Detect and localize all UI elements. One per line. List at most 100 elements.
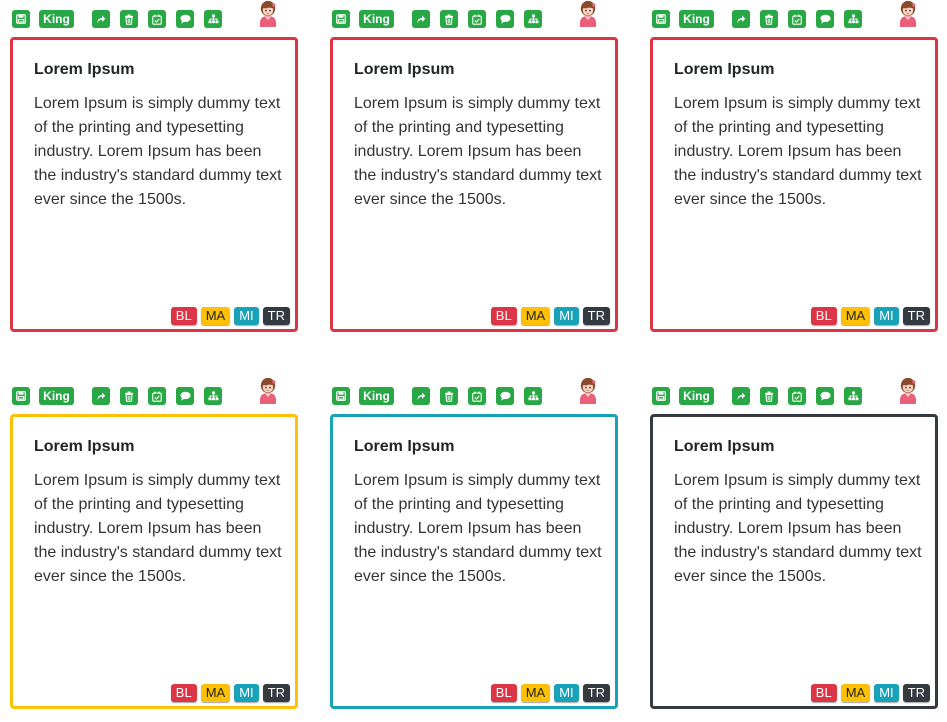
user-button[interactable]: King <box>359 10 394 28</box>
avatar-icon[interactable] <box>577 0 599 27</box>
tag-bl[interactable]: BL <box>490 684 517 702</box>
user-button[interactable]: King <box>679 10 714 28</box>
tag-bl[interactable]: BL <box>490 307 517 325</box>
share-icon[interactable] <box>412 10 430 28</box>
card-cell: King Lorem Ipsum Lorem Ipsum is simply d… <box>0 377 298 717</box>
trash-icon[interactable] <box>760 387 778 405</box>
save-icon[interactable] <box>332 10 350 28</box>
avatar-icon[interactable] <box>897 377 919 404</box>
save-icon[interactable] <box>652 387 670 405</box>
chat-icon[interactable] <box>176 10 194 28</box>
save-icon[interactable] <box>12 387 30 405</box>
tag-bl[interactable]: BL <box>810 307 837 325</box>
save-icon[interactable] <box>12 10 30 28</box>
save-icon[interactable] <box>652 10 670 28</box>
trash-icon[interactable] <box>440 10 458 28</box>
calendar-check-icon[interactable] <box>788 10 806 28</box>
org-chart-icon[interactable] <box>844 10 862 28</box>
note-card: Lorem Ipsum Lorem Ipsum is simply dummy … <box>10 414 298 709</box>
user-button[interactable]: King <box>39 387 74 405</box>
card-toolbar: King <box>320 377 610 409</box>
tag-ma[interactable]: MA <box>520 307 551 325</box>
tag-tr[interactable]: TR <box>262 307 290 325</box>
calendar-check-icon[interactable] <box>148 10 166 28</box>
card-title: Lorem Ipsum <box>354 61 455 78</box>
calendar-check-icon[interactable] <box>468 10 486 28</box>
chat-icon[interactable] <box>496 387 514 405</box>
user-button[interactable]: King <box>359 387 394 405</box>
tag-mi[interactable]: MI <box>554 307 579 325</box>
note-card: Lorem Ipsum Lorem Ipsum is simply dummy … <box>330 37 618 332</box>
card-grid: King Lorem Ipsum Lorem Ipsum is simply d… <box>0 0 947 722</box>
card-title: Lorem Ipsum <box>354 438 455 455</box>
card-toolbar: King <box>320 0 610 32</box>
org-chart-icon[interactable] <box>204 10 222 28</box>
trash-icon[interactable] <box>120 10 138 28</box>
tag-bl[interactable]: BL <box>170 307 197 325</box>
card-toolbar: King <box>640 0 930 32</box>
card-cell: King Lorem Ipsum Lorem Ipsum is simply d… <box>640 377 938 717</box>
card-text: Lorem Ipsum is simply dummy text of the … <box>354 472 602 585</box>
tag-bl[interactable]: BL <box>810 684 837 702</box>
card-cell: King Lorem Ipsum Lorem Ipsum is simply d… <box>640 0 938 340</box>
share-icon[interactable] <box>412 387 430 405</box>
calendar-check-icon[interactable] <box>148 387 166 405</box>
card-title: Lorem Ipsum <box>674 61 775 78</box>
card-title: Lorem Ipsum <box>34 438 135 455</box>
tag-tr[interactable]: TR <box>582 307 610 325</box>
trash-icon[interactable] <box>760 10 778 28</box>
tag-mi[interactable]: MI <box>874 684 899 702</box>
trash-icon[interactable] <box>120 387 138 405</box>
share-icon[interactable] <box>92 387 110 405</box>
share-icon[interactable] <box>732 387 750 405</box>
tag-mi[interactable]: MI <box>874 307 899 325</box>
tag-mi[interactable]: MI <box>554 684 579 702</box>
tag-tr[interactable]: TR <box>582 684 610 702</box>
tag-ma[interactable]: MA <box>200 307 231 325</box>
tag-group: BL MA MI TR <box>170 307 290 325</box>
avatar-icon[interactable] <box>897 0 919 27</box>
tag-group: BL MA MI TR <box>490 307 610 325</box>
share-icon[interactable] <box>92 10 110 28</box>
tag-group: BL MA MI TR <box>810 684 930 702</box>
chat-icon[interactable] <box>816 387 834 405</box>
card-toolbar: King <box>0 0 290 32</box>
trash-icon[interactable] <box>440 387 458 405</box>
tag-ma[interactable]: MA <box>200 684 231 702</box>
tag-mi[interactable]: MI <box>234 307 259 325</box>
user-button[interactable]: King <box>679 387 714 405</box>
note-card: Lorem Ipsum Lorem Ipsum is simply dummy … <box>330 414 618 709</box>
note-card: Lorem Ipsum Lorem Ipsum is simply dummy … <box>650 37 938 332</box>
calendar-check-icon[interactable] <box>468 387 486 405</box>
tag-ma[interactable]: MA <box>840 684 871 702</box>
user-button[interactable]: King <box>39 10 74 28</box>
chat-icon[interactable] <box>496 10 514 28</box>
avatar-icon[interactable] <box>257 0 279 27</box>
org-chart-icon[interactable] <box>204 387 222 405</box>
save-icon[interactable] <box>332 387 350 405</box>
tag-bl[interactable]: BL <box>170 684 197 702</box>
avatar-icon[interactable] <box>577 377 599 404</box>
tag-tr[interactable]: TR <box>902 307 930 325</box>
tag-ma[interactable]: MA <box>840 307 871 325</box>
card-title: Lorem Ipsum <box>674 438 775 455</box>
card-toolbar: King <box>640 377 930 409</box>
share-icon[interactable] <box>732 10 750 28</box>
tag-tr[interactable]: TR <box>902 684 930 702</box>
org-chart-icon[interactable] <box>844 387 862 405</box>
tag-group: BL MA MI TR <box>490 684 610 702</box>
tag-ma[interactable]: MA <box>520 684 551 702</box>
card-text: Lorem Ipsum is simply dummy text of the … <box>34 472 282 585</box>
tag-group: BL MA MI TR <box>170 684 290 702</box>
chat-icon[interactable] <box>816 10 834 28</box>
tag-tr[interactable]: TR <box>262 684 290 702</box>
chat-icon[interactable] <box>176 387 194 405</box>
card-title: Lorem Ipsum <box>34 61 135 78</box>
tag-mi[interactable]: MI <box>234 684 259 702</box>
card-toolbar: King <box>0 377 290 409</box>
card-text: Lorem Ipsum is simply dummy text of the … <box>354 95 602 208</box>
calendar-check-icon[interactable] <box>788 387 806 405</box>
avatar-icon[interactable] <box>257 377 279 404</box>
org-chart-icon[interactable] <box>524 10 542 28</box>
org-chart-icon[interactable] <box>524 387 542 405</box>
